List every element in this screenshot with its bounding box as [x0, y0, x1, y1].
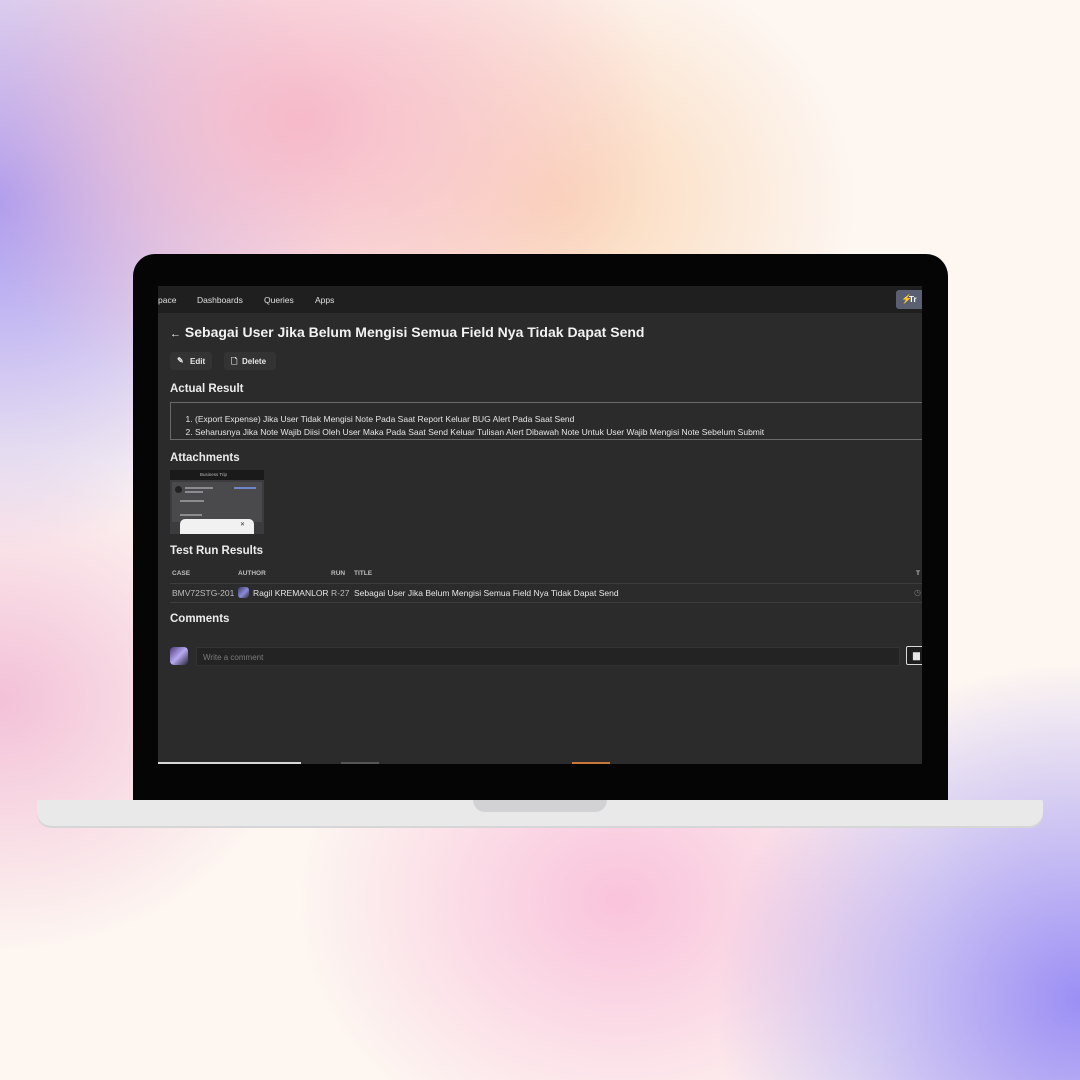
thumb-line [185, 487, 213, 489]
taskbar-indicator [341, 762, 379, 764]
thumb-line [185, 491, 203, 493]
actual-result-box: (Export Expense) Jika User Tidak Mengisi… [170, 402, 922, 440]
nav-item-workspace[interactable]: pace [158, 295, 176, 305]
edit-button[interactable]: ✎ Edit [170, 352, 212, 370]
thumb-line [180, 514, 202, 516]
thumb-line [234, 487, 256, 489]
thumb-avatar [175, 486, 182, 493]
column-header-author: AUTHOR [238, 570, 266, 577]
page-title: ← Sebagai User Jika Belum Mengisi Semua … [170, 324, 644, 340]
actual-result-item: (Export Expense) Jika User Tidak Mengisi… [195, 413, 764, 426]
thumb-title: Business Trip [200, 472, 228, 477]
actual-result-list: (Export Expense) Jika User Tidak Mengisi… [171, 413, 764, 438]
author-avatar [238, 587, 249, 598]
clock-icon: ◷ [914, 588, 921, 597]
nav-item-dashboards[interactable]: Dashboards [197, 295, 243, 305]
trash-icon: 🗋 [231, 357, 238, 366]
actual-result-item: Seharusnya Jika Note Wajib Diisi Oleh Us… [195, 426, 764, 439]
image-icon: ▆ [913, 650, 920, 660]
comments-heading: Comments [170, 613, 230, 625]
actual-result-heading: Actual Result [170, 383, 244, 395]
table-row[interactable]: BMV72STG-201 Ragil KREMANLOR R-27 Sebaga… [170, 583, 922, 603]
cell-author: Ragil KREMANLOR [253, 588, 329, 598]
column-header-title: TITLE [354, 570, 373, 577]
column-header-case: CASE [172, 570, 191, 577]
attach-image-button[interactable]: ▆ [906, 646, 922, 665]
close-icon: ✕ [240, 522, 246, 528]
taskbar-indicator [158, 762, 301, 764]
nav-action-label: Tr [909, 295, 917, 304]
cell-run[interactable]: R-27 [331, 588, 349, 598]
nav-item-queries[interactable]: Queries [264, 295, 294, 305]
app-screen: pace Dashboards Queries Apps ⚡ Tr ← Seba… [158, 286, 922, 764]
cell-case[interactable]: BMV72STG-201 [172, 588, 234, 598]
issue-title: Sebagai User Jika Belum Mengisi Semua Fi… [184, 324, 645, 340]
delete-button-label: Delete [242, 357, 267, 366]
attachment-thumbnail[interactable]: Business Trip ✕ [170, 470, 264, 534]
thumb-line [180, 500, 204, 502]
pencil-icon: ✎ [177, 356, 184, 365]
attachments-heading: Attachments [170, 452, 240, 464]
nav-item-apps[interactable]: Apps [315, 295, 334, 305]
column-header-run: RUN [331, 570, 346, 577]
avatar [170, 647, 188, 665]
test-run-heading: Test Run Results [170, 545, 264, 557]
back-arrow-icon[interactable]: ← [170, 328, 181, 340]
comment-placeholder: Write a comment [203, 653, 264, 662]
laptop-notch [473, 800, 607, 812]
thumb-header: Business Trip [170, 470, 264, 480]
taskbar-indicator [572, 762, 610, 764]
comment-input[interactable]: Write a comment [196, 647, 900, 666]
top-navigation: pace Dashboards Queries Apps ⚡ Tr [158, 286, 922, 313]
cell-title[interactable]: Sebagai User Jika Belum Mengisi Semua Fi… [354, 588, 619, 598]
delete-button[interactable]: 🗋 Delete [224, 352, 276, 370]
edit-button-label: Edit [190, 357, 206, 366]
nav-action-button[interactable]: ⚡ Tr [896, 290, 922, 309]
column-header-truncated: T [916, 570, 920, 577]
